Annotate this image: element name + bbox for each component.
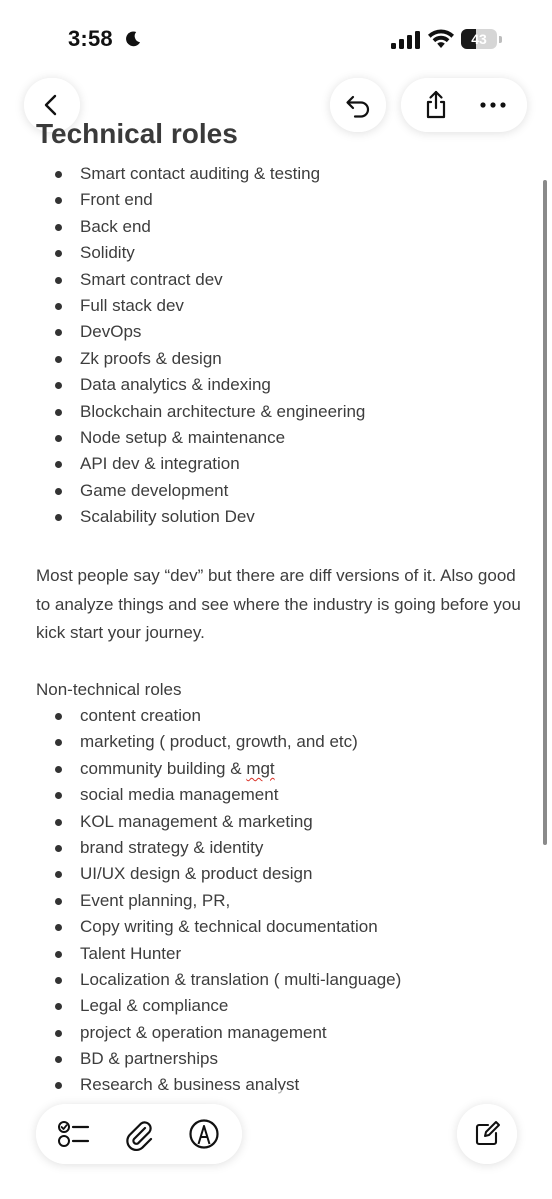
nontech-roles-list: content creation marketing ( product, gro… [36,703,401,1099]
list-item-text: Event planning, PR, [80,890,231,910]
list-item: Legal & compliance [36,993,401,1019]
list-item: DevOps [36,319,365,345]
list-item-text: social media management [80,785,279,805]
list-item: Scalability solution Dev [36,504,365,530]
technical-roles-list: Smart contact auditing & testing Front en… [36,161,365,530]
note-title: Technical roles [36,118,238,149]
list-item-text: KOL management & marketing [80,811,313,831]
share-icon[interactable] [418,87,454,123]
list-item: Smart contact auditing & testing [36,161,365,187]
list-item: Full stack dev [36,293,365,319]
list-item: Node setup & maintenance [36,425,365,451]
list-item: project & operation management [36,1020,401,1046]
list-item-text: Legal & compliance [80,996,229,1016]
list-item: social media management [36,782,401,808]
signal-icon [391,31,420,49]
list-item: Front end [36,187,365,213]
list-item-text: community building & [80,758,247,778]
markup-pen-icon[interactable] [186,1116,222,1152]
list-item-text: project & operation management [80,1022,327,1042]
undo-button[interactable] [330,78,386,132]
list-item: Back end [36,214,365,240]
list-item: Copy writing & technical documentation [36,914,401,940]
paperclip-icon[interactable] [121,1116,157,1152]
list-item: Talent Hunter [36,941,401,967]
list-item-text: Talent Hunter [80,943,182,963]
misspelled-word[interactable]: mgt [246,759,274,778]
list-item: Localization & translation ( multi-langu… [36,967,401,993]
list-item: API dev & integration [36,451,365,477]
list-item: marketing ( product, growth, and etc) [36,729,401,755]
scrollbar[interactable] [543,180,547,845]
note-paragraph: Most people say “dev” but there are diff… [36,566,521,643]
more-icon[interactable] [475,87,511,123]
nontech-heading: Non-technical roles [36,680,182,699]
list-item-text: Localization & translation ( multi-langu… [80,969,402,989]
list-item-text: BD & partnerships [80,1049,218,1069]
wifi-icon [428,29,454,48]
moon-icon [126,31,141,47]
status-time: 3:58 [68,26,113,51]
nav-action-group [401,78,527,132]
list-item-text: content creation [80,706,201,725]
battery-icon: 43 [461,29,503,50]
list-item: community building & mgt [36,756,401,782]
status-bar: 3:58 43 [0,0,552,80]
battery-level: 43 [471,31,487,47]
compose-button[interactable] [457,1104,517,1164]
list-item: Data analytics & indexing [36,372,365,398]
list-item-text: brand strategy & identity [80,837,264,857]
list-item-text: marketing ( product, growth, and etc) [80,732,358,752]
undo-icon [346,95,370,118]
list-item: Zk proofs & design [36,346,365,372]
list-item-text: UI/UX design & product design [80,864,313,884]
checklist-icon[interactable] [56,1116,92,1152]
list-item: BD & partnerships [36,1046,401,1072]
list-item: Smart contract dev [36,267,365,293]
list-item: Event planning, PR, [36,888,401,914]
list-item: content creation [36,703,401,729]
compose-icon [475,1121,500,1146]
toolbar-tool-group [36,1104,242,1164]
list-item: Solidity [36,240,365,266]
list-item: Blockchain architecture & engineering [36,399,365,425]
list-item: KOL management & marketing [36,809,401,835]
list-item: Game development [36,478,365,504]
list-item: brand strategy & identity [36,835,401,861]
list-item-text: Copy writing & technical documentation [80,917,378,937]
list-item: UI/UX design & product design [36,861,401,887]
